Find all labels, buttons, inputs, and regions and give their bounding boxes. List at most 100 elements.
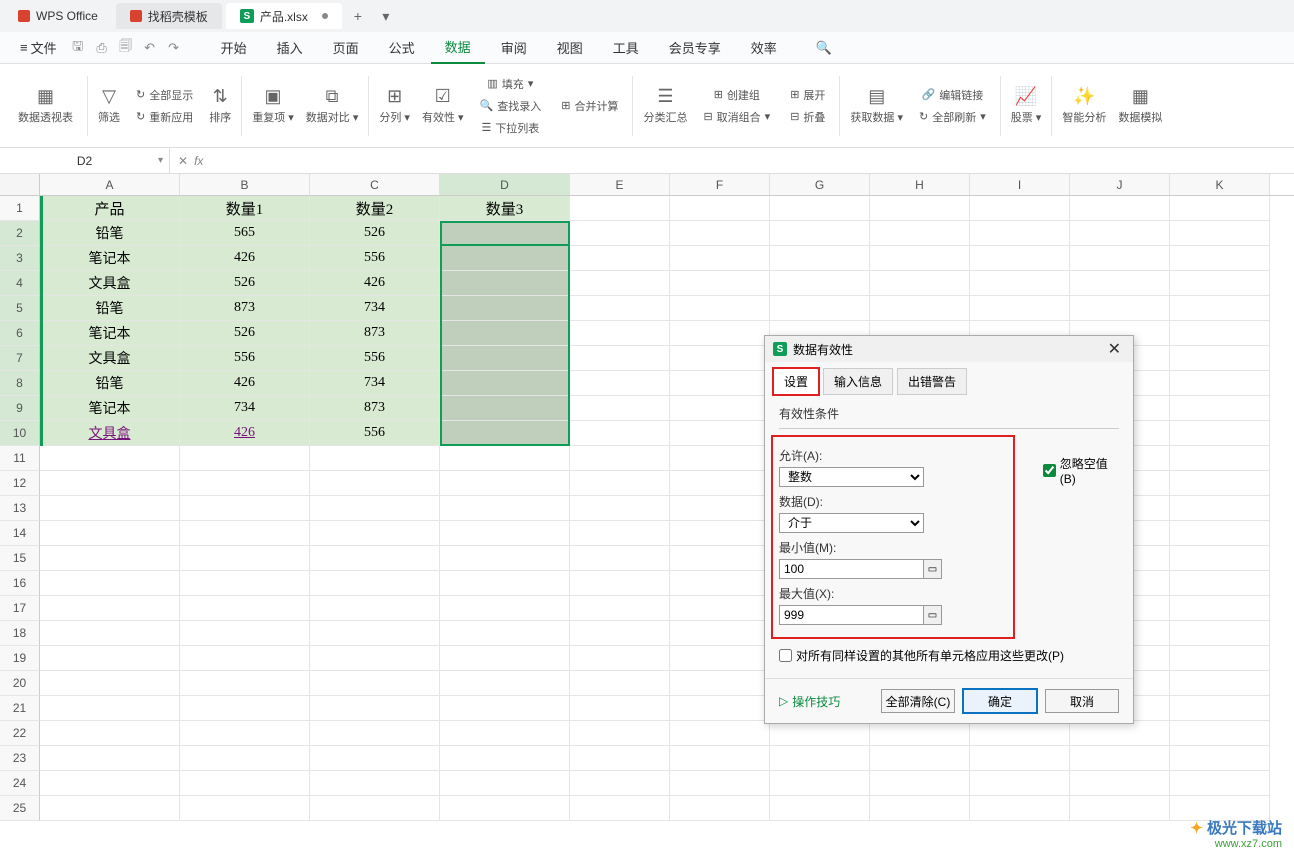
row-header[interactable]: 3	[0, 246, 40, 271]
cell[interactable]	[440, 646, 570, 671]
cell[interactable]	[180, 446, 310, 471]
cell[interactable]	[570, 446, 670, 471]
row-header[interactable]: 17	[0, 596, 40, 621]
cell[interactable]	[310, 446, 440, 471]
select-all-corner[interactable]	[0, 174, 40, 195]
ribbon-filter[interactable]: ▽筛选	[92, 64, 126, 147]
cell[interactable]	[970, 296, 1070, 321]
cell[interactable]	[180, 696, 310, 721]
cell[interactable]	[310, 471, 440, 496]
cell[interactable]	[670, 621, 770, 646]
cell[interactable]	[970, 196, 1070, 221]
cell[interactable]	[40, 771, 180, 796]
cell[interactable]	[670, 471, 770, 496]
cell[interactable]	[1170, 546, 1270, 571]
row-header[interactable]: 10	[0, 421, 40, 446]
row-header[interactable]: 16	[0, 571, 40, 596]
cell[interactable]	[1170, 496, 1270, 521]
cell[interactable]	[770, 771, 870, 796]
cell[interactable]	[310, 696, 440, 721]
cell[interactable]	[1170, 421, 1270, 446]
cell[interactable]	[310, 546, 440, 571]
column-header[interactable]: C	[310, 174, 440, 195]
cell[interactable]	[670, 221, 770, 246]
ribbon-reapply[interactable]: ↻ 重新应用	[132, 107, 197, 127]
cell[interactable]	[180, 596, 310, 621]
cell[interactable]	[1170, 296, 1270, 321]
cell[interactable]	[440, 421, 570, 446]
cell[interactable]	[870, 196, 970, 221]
tab-input-message[interactable]: 输入信息	[823, 368, 893, 395]
row-header[interactable]: 22	[0, 721, 40, 746]
cell[interactable]	[870, 746, 970, 771]
cell[interactable]	[440, 371, 570, 396]
cell[interactable]	[670, 546, 770, 571]
cell[interactable]	[1170, 671, 1270, 696]
cell[interactable]	[570, 771, 670, 796]
max-input[interactable]	[779, 605, 924, 625]
cell[interactable]	[770, 271, 870, 296]
cell[interactable]	[1170, 371, 1270, 396]
cell[interactable]	[1170, 721, 1270, 746]
cell[interactable]	[570, 396, 670, 421]
cell[interactable]	[180, 546, 310, 571]
ribbon-smart[interactable]: ✨智能分析	[1056, 64, 1112, 147]
ribbon-ungroup[interactable]: ⊟ 取消组合 ▾	[699, 107, 774, 127]
cell[interactable]	[440, 446, 570, 471]
cell[interactable]	[670, 646, 770, 671]
menu-tools[interactable]: 工具	[599, 32, 653, 63]
cell[interactable]	[870, 271, 970, 296]
cell[interactable]: 873	[310, 321, 440, 346]
ribbon-pivot[interactable]: ▦数据透视表	[8, 64, 83, 147]
cell-reference[interactable]: D2 ▾	[0, 148, 170, 173]
cell[interactable]	[180, 571, 310, 596]
ribbon-validity[interactable]: ☑有效性 ▾	[416, 64, 470, 147]
cell[interactable]	[570, 296, 670, 321]
cell[interactable]	[440, 346, 570, 371]
search-icon[interactable]: 🔍	[813, 37, 835, 59]
cell[interactable]	[310, 721, 440, 746]
cell[interactable]	[670, 696, 770, 721]
redo-icon[interactable]: ↷	[163, 37, 185, 59]
cell[interactable]	[40, 546, 180, 571]
row-header[interactable]: 21	[0, 696, 40, 721]
save-icon[interactable]: 🖫	[67, 37, 89, 59]
file-menu[interactable]: ≡ 文件	[12, 34, 65, 61]
cell[interactable]	[1170, 746, 1270, 771]
row-header[interactable]: 2	[0, 221, 40, 246]
cell[interactable]	[1170, 246, 1270, 271]
row-header[interactable]: 24	[0, 771, 40, 796]
cell[interactable]	[570, 521, 670, 546]
cell[interactable]: 556	[310, 346, 440, 371]
cell[interactable]	[440, 596, 570, 621]
cell[interactable]: 文具盒	[40, 271, 180, 296]
cell[interactable]	[670, 246, 770, 271]
ref-picker-icon[interactable]: ▭	[924, 605, 942, 625]
column-header[interactable]: A	[40, 174, 180, 195]
cell[interactable]	[180, 721, 310, 746]
cell[interactable]	[570, 571, 670, 596]
cell[interactable]	[1170, 396, 1270, 421]
cell[interactable]: 数量1	[180, 196, 310, 221]
cell[interactable]	[970, 721, 1070, 746]
cell[interactable]: 426	[180, 246, 310, 271]
cell[interactable]: 556	[310, 421, 440, 446]
cell[interactable]	[40, 746, 180, 771]
cell[interactable]	[570, 746, 670, 771]
ribbon-dropdown[interactable]: ☰ 下拉列表	[477, 118, 543, 138]
cell[interactable]	[570, 546, 670, 571]
cell[interactable]	[180, 471, 310, 496]
ribbon-collapse[interactable]: ⊟ 折叠	[786, 107, 829, 127]
column-header[interactable]: F	[670, 174, 770, 195]
cell[interactable]	[570, 721, 670, 746]
cell[interactable]	[40, 696, 180, 721]
cell[interactable]	[310, 621, 440, 646]
cell[interactable]	[1070, 721, 1170, 746]
cell[interactable]	[570, 671, 670, 696]
row-header[interactable]: 25	[0, 796, 40, 821]
cell[interactable]	[670, 721, 770, 746]
cell[interactable]	[40, 471, 180, 496]
cell[interactable]	[1170, 271, 1270, 296]
cell[interactable]	[670, 321, 770, 346]
clear-all-button[interactable]: 全部清除(C)	[881, 689, 955, 713]
